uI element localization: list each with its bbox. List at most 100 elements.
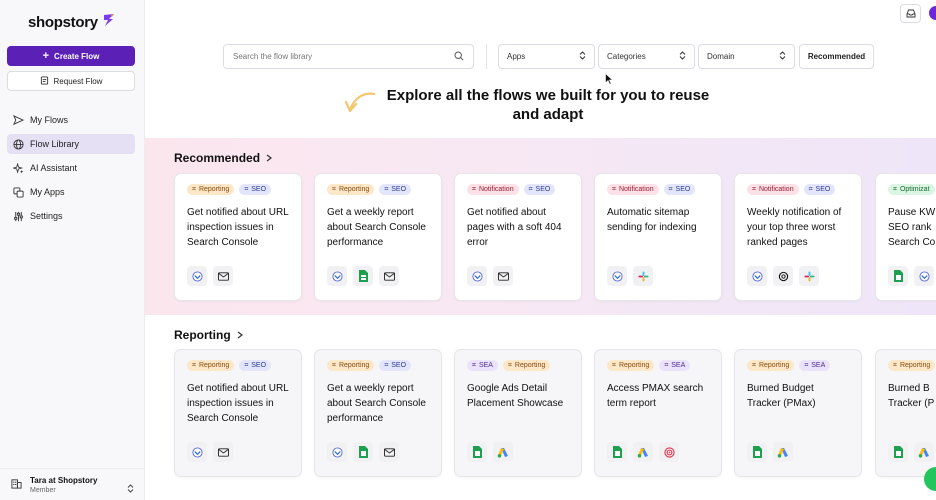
tag-icon: ⌗ — [244, 361, 249, 369]
curved-arrow-icon — [344, 90, 376, 121]
tag-icon: ⌗ — [808, 185, 813, 193]
tag-icon: ⌗ — [332, 185, 336, 193]
google-sheets-icon — [888, 266, 908, 286]
chevron-updown-icon — [579, 51, 586, 62]
tag-icon: ⌗ — [192, 185, 196, 193]
tag-icon: ⌗ — [472, 361, 476, 369]
reporting-section-title[interactable]: Reporting — [174, 328, 243, 342]
flow-card-title: Get notified about URL inspection issues… — [187, 383, 289, 424]
sparkles-icon — [13, 162, 24, 174]
google-sheets-icon — [353, 442, 373, 462]
search-console-icon — [187, 266, 207, 286]
sidebar-item-label: My Flows — [30, 115, 68, 125]
flow-card[interactable]: ⌗ Reporting ⌗ SEA Burned Budget Tracker (P… — [734, 349, 862, 477]
domain-select[interactable]: Domain — [698, 44, 795, 69]
help-chat-button[interactable] — [924, 467, 936, 491]
tag-icon: ⌗ — [507, 361, 512, 369]
logo-text: shopstory — [28, 14, 98, 31]
google-ads-icon — [773, 442, 793, 462]
apps-select-label: Apps — [507, 52, 526, 61]
tag-badge: ⌗ Notification — [747, 184, 799, 195]
domain-select-label: Domain — [707, 52, 735, 61]
sidebar: shopstory + Create Flow Request Flow My … — [0, 0, 145, 500]
flow-card-title: Access PMAX search term report — [607, 383, 704, 409]
flow-card-title: Weekly notification of your top three wo… — [747, 207, 842, 248]
page-headline: Explore all the flows we built for you t… — [386, 87, 710, 123]
chevron-right-icon — [237, 328, 243, 342]
chevron-updown-icon — [679, 51, 686, 62]
flow-card[interactable]: ⌗ Optimizat Pause KW SEO rank Search Co — [875, 173, 936, 301]
sidebar-nav: My Flows Flow Library AI Assistant My Ap… — [7, 110, 135, 230]
categories-select[interactable]: Categories — [598, 44, 695, 69]
flow-card-title: Get a weekly report about Search Console… — [327, 383, 426, 424]
flow-card[interactable]: ⌗ Notification ⌗ SEO Automatic sitemap sen… — [594, 173, 722, 301]
request-flow-button[interactable]: Request Flow — [7, 71, 135, 91]
flow-card[interactable]: ⌗ Reporting ⌗ SEO Get a weekly report abou… — [314, 349, 442, 477]
inbox-button[interactable] — [900, 4, 921, 23]
flow-card[interactable]: ⌗ Reporting ⌗ SEA Access PMAX search term … — [594, 349, 722, 477]
tag-icon: ⌗ — [244, 185, 249, 193]
search-icon[interactable] — [454, 48, 464, 66]
tag-icon: ⌗ — [472, 185, 476, 193]
mail-icon — [493, 266, 513, 286]
search-console-icon — [607, 266, 627, 286]
google-sheets-icon — [888, 442, 908, 462]
inbox-icon — [906, 9, 915, 18]
tag-badge: ⌗ SEO — [239, 360, 272, 371]
request-doc-icon — [40, 75, 49, 87]
building-icon — [11, 476, 22, 494]
sidebar-item-flow-library[interactable]: Flow Library — [7, 134, 135, 154]
tag-icon: ⌗ — [893, 361, 897, 369]
tag-badge: ⌗ Notification — [467, 184, 519, 195]
google-sheets-icon — [747, 442, 767, 462]
tag-badge: ⌗ SEA — [467, 360, 498, 371]
create-flow-label: Create Flow — [54, 51, 100, 61]
apps-select[interactable]: Apps — [498, 44, 595, 69]
flow-card-title: Get notified about URL inspection issues… — [187, 207, 289, 248]
flow-card[interactable]: ⌗ Reporting ⌗ SEO Get a weekly report abou… — [314, 173, 442, 301]
slack-icon — [633, 266, 653, 286]
tag-icon: ⌗ — [192, 361, 196, 369]
tag-badge: ⌗ Notification — [607, 184, 659, 195]
flow-card[interactable]: ⌗ Reporting ⌗ SEO Get notified about URL i… — [174, 349, 302, 477]
recommended-section-title[interactable]: Recommended — [174, 151, 273, 165]
tag-badge: ⌗ SEO — [663, 184, 696, 195]
tag-badge: ⌗ Optimizat — [888, 184, 935, 195]
user-name: Tara at Shopstory — [30, 475, 98, 485]
flow-card-title: Pause KW SEO rank Search Co — [888, 207, 936, 248]
flow-card[interactable]: ⌗ Notification ⌗ SEO Weekly notification o… — [734, 173, 862, 301]
tag-icon: ⌗ — [612, 361, 616, 369]
tag-icon: ⌗ — [893, 185, 897, 193]
tag-icon: ⌗ — [612, 185, 616, 193]
tag-icon: ⌗ — [752, 185, 756, 193]
search-console-icon — [187, 442, 207, 462]
create-flow-button[interactable]: + Create Flow — [7, 46, 135, 66]
flow-card[interactable]: ⌗ Notification ⌗ SEO Get notified about pa… — [454, 173, 582, 301]
google-ads-icon — [914, 442, 934, 462]
flow-card-title: Burned B Tracker (P — [888, 383, 935, 409]
sidebar-item-my-flows[interactable]: My Flows — [7, 110, 135, 130]
tag-badge: ⌗ SEO — [239, 184, 272, 195]
sidebar-item-settings[interactable]: Settings — [7, 206, 135, 226]
search-console-icon — [467, 266, 487, 286]
flow-card[interactable]: ⌗ Reporting ⌗ SEO Get notified about URL i… — [174, 173, 302, 301]
flow-card[interactable]: ⌗ Reporting Burned B Tracker (P — [875, 349, 936, 477]
user-switcher[interactable]: Tara at Shopstory Member — [0, 468, 145, 500]
sidebar-item-label: Settings — [30, 211, 63, 221]
logo[interactable]: shopstory — [28, 13, 116, 32]
user-role: Member — [30, 486, 56, 494]
google-sheets-icon — [353, 266, 373, 286]
tag-badge: ⌗ Reporting — [888, 360, 936, 371]
sidebar-item-ai-assistant[interactable]: AI Assistant — [7, 158, 135, 178]
search-input[interactable] — [233, 52, 454, 61]
sidebar-item-my-apps[interactable]: My Apps — [7, 182, 135, 202]
toolbar-divider — [486, 44, 487, 69]
recommended-button[interactable]: Recommended — [799, 44, 874, 69]
flow-card[interactable]: ⌗ SEA ⌗ Reporting Google Ads Detail Placem… — [454, 349, 582, 477]
sidebar-item-label: My Apps — [30, 187, 65, 197]
search-console-icon — [914, 266, 934, 286]
mail-icon — [379, 442, 399, 462]
tag-badge: ⌗ Reporting — [187, 184, 235, 195]
avatar[interactable] — [929, 6, 936, 20]
flow-card-title: Burned Budget Tracker (PMax) — [747, 383, 816, 409]
